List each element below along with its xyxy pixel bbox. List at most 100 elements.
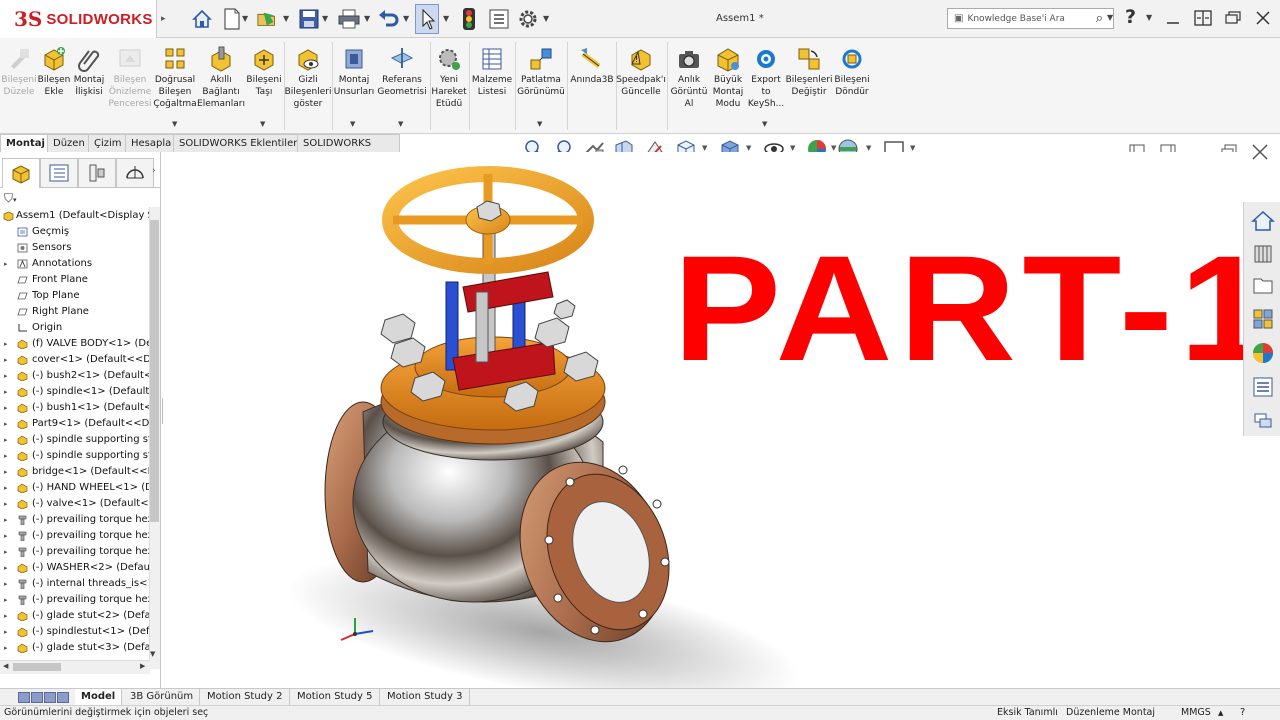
tab-motion-study-3[interactable]: Motion Study 3 — [381, 689, 470, 706]
file-properties-icon[interactable] — [487, 6, 511, 32]
tree-item[interactable]: ▸ (-) spindle supporting stud — [0, 448, 150, 464]
assembly-features-button[interactable]: Montaj Unsurları — [334, 46, 374, 98]
tab-motion-study-2[interactable]: Motion Study 2 — [201, 689, 290, 706]
custom-properties-icon[interactable] — [1248, 372, 1278, 401]
tab-3b-gorunum[interactable]: 3B Görünüm — [124, 689, 201, 706]
expand-arrow-icon[interactable]: ▸ — [4, 544, 8, 560]
scroll-right-icon[interactable]: ▶ — [140, 662, 145, 670]
viewport-close-icon[interactable] — [1250, 142, 1270, 162]
tree-item[interactable]: Right Plane — [0, 304, 150, 320]
forum-icon[interactable] — [1248, 406, 1278, 435]
print-icon[interactable] — [337, 6, 361, 32]
expand-arrow-icon[interactable]: ▸ — [4, 368, 8, 384]
expand-arrow-icon[interactable]: ▸ — [4, 560, 8, 576]
linear-component-pattern-button[interactable]: Doğrusal Bileşen Çoğaltma — [153, 46, 197, 110]
instant3d-button[interactable]: Anında3B — [570, 46, 614, 86]
filter-icon[interactable]: ⛉▾ — [4, 191, 17, 206]
tree-item[interactable]: ▸ (-) bush2<1> (Default<<D — [0, 368, 150, 384]
tab-duzen[interactable]: Düzen — [47, 134, 91, 152]
select-icon[interactable] — [415, 4, 439, 34]
tree-item[interactable]: ▸ (-) spindle<1> (Default<< — [0, 384, 150, 400]
expand-arrow-icon[interactable]: ▸ — [4, 448, 8, 464]
tree-scroll-thumb[interactable] — [150, 220, 159, 522]
mate-button[interactable]: Montaj İlişkisi — [72, 46, 106, 98]
tree-item[interactable]: ▸ (f) VALVE BODY<1> (Defa — [0, 336, 150, 352]
large-assembly-mode-button[interactable]: Büyük Montaj Modu — [709, 46, 747, 110]
tab-hesapla[interactable]: Hesapla — [125, 134, 178, 152]
units-selector[interactable]: MMGS — [1181, 706, 1211, 720]
insert-component-button[interactable]: Bileşen Ekle — [37, 46, 71, 98]
exploded-view-button[interactable]: Patlatma Görünümü — [517, 46, 565, 98]
search-input[interactable]: Knowledge Base'i Ara — [967, 14, 1064, 24]
solidworks-resources-icon[interactable] — [1248, 206, 1278, 235]
expand-arrow-icon[interactable]: ▸ — [4, 528, 8, 544]
open-icon[interactable] — [256, 6, 280, 32]
expand-arrow-icon[interactable]: ▸ — [4, 608, 8, 624]
expand-arrow-icon[interactable]: ▸ — [4, 480, 8, 496]
tree-item[interactable]: ▸ (-) spindlestut<1> (Defaul — [0, 624, 150, 640]
help-icon[interactable]: ? — [1125, 6, 1136, 28]
tree-item[interactable]: ▸ Part9<1> (Default<<Defa — [0, 416, 150, 432]
replace-components-button[interactable]: Bileşenleri Değiştir — [786, 46, 832, 98]
tree-item[interactable]: ▸ (-) prevailing torque hex n — [0, 512, 150, 528]
tab-motion-study-5[interactable]: Motion Study 5 — [291, 689, 380, 706]
tree-item[interactable]: ▸ bridge<1> (Default<<Def — [0, 464, 150, 480]
solidworks-logo[interactable]: 3S SOLIDWORKS — [0, 0, 157, 38]
edit-component-button[interactable]: Bileşeni Düzele — [1, 46, 37, 98]
rotate-component-button[interactable]: Bileşeni Döndür — [833, 46, 871, 98]
last-tab-icon[interactable] — [57, 692, 69, 703]
units-dropdown-icon[interactable]: ▲ — [1218, 706, 1223, 720]
options-icon[interactable] — [516, 6, 540, 32]
expand-arrow-icon[interactable]: ▸ — [4, 256, 8, 272]
panel-more-icon[interactable]: › — [152, 166, 156, 176]
tab-montaj[interactable]: Montaj — [0, 134, 51, 152]
tree-item[interactable]: ▸ Annotations — [0, 256, 150, 272]
tab-cizim[interactable]: Çizim — [88, 134, 128, 152]
menu-expand-icon[interactable]: ▸ — [161, 14, 166, 24]
tab-model[interactable]: Model — [75, 689, 123, 706]
rebuild-icon[interactable] — [457, 6, 481, 32]
home-icon[interactable] — [190, 6, 214, 32]
tree-item[interactable]: Front Plane — [0, 272, 150, 288]
tree-item[interactable]: ▸ (-) prevailing torque hex n — [0, 592, 150, 608]
featuremanager-tree-tab[interactable] — [2, 158, 40, 188]
maximize-icon[interactable] — [1223, 8, 1243, 28]
search-box[interactable]: ▣ Knowledge Base'i Ara ⌕ — [947, 8, 1114, 29]
expand-arrow-icon[interactable]: ▸ — [4, 352, 8, 368]
file-explorer-icon[interactable] — [1248, 270, 1278, 299]
tree-item[interactable]: Top Plane — [0, 288, 150, 304]
restore-icon[interactable] — [1193, 8, 1213, 28]
tree-item[interactable]: Sensors — [0, 240, 150, 256]
tab-solidworks-eklentileri[interactable]: SOLIDWORKS Eklentileri — [173, 134, 307, 152]
expand-arrow-icon[interactable]: ▸ — [4, 640, 8, 656]
expand-arrow-icon[interactable]: ▸ — [4, 432, 8, 448]
tree-item[interactable]: ▸ cover<1> (Default<<Defa — [0, 352, 150, 368]
status-help-icon[interactable]: ? — [1240, 706, 1245, 720]
view-palette-icon[interactable] — [1248, 304, 1278, 333]
next-tab-icon[interactable] — [44, 692, 56, 703]
tree-item[interactable]: ▸ (-) spindle supporting stud — [0, 432, 150, 448]
property-manager-tab[interactable] — [40, 158, 78, 188]
new-document-icon[interactable] — [220, 6, 244, 32]
tree-item[interactable]: Origin — [0, 320, 150, 336]
close-icon[interactable] — [1253, 8, 1273, 28]
minimize-icon[interactable] — [1163, 8, 1183, 28]
dimxpert-manager-tab[interactable] — [116, 158, 154, 188]
expand-arrow-icon[interactable]: ▸ — [4, 624, 8, 640]
tree-root-assembly[interactable]: Assem1 (Default<Display Sta — [0, 208, 150, 224]
expand-arrow-icon[interactable]: ▸ — [4, 512, 8, 528]
tree-item[interactable]: ▸ (-) WASHER<2> (Default< — [0, 560, 150, 576]
scroll-left-icon[interactable]: ◀ — [3, 662, 8, 670]
previous-tab-icon[interactable] — [31, 692, 43, 703]
expand-arrow-icon[interactable]: ▸ — [4, 576, 8, 592]
expand-arrow-icon[interactable]: ▸ — [4, 384, 8, 400]
scroll-down-icon[interactable]: ▼ — [150, 650, 155, 658]
expand-arrow-icon[interactable]: ▸ — [4, 464, 8, 480]
tree-hscroll-thumb[interactable] — [13, 663, 61, 671]
tree-item[interactable]: ▸ (-) glade stut<2> (Default — [0, 608, 150, 624]
expand-arrow-icon[interactable]: ▸ — [4, 336, 8, 352]
save-icon[interactable] — [297, 6, 321, 32]
export-to-keyshot-button[interactable]: Export to KeySh... — [748, 46, 784, 110]
smart-fasteners-button[interactable]: Akıllı Bağlantı Elemanları — [197, 46, 245, 110]
search-icon[interactable]: ⌕ — [1096, 11, 1103, 26]
